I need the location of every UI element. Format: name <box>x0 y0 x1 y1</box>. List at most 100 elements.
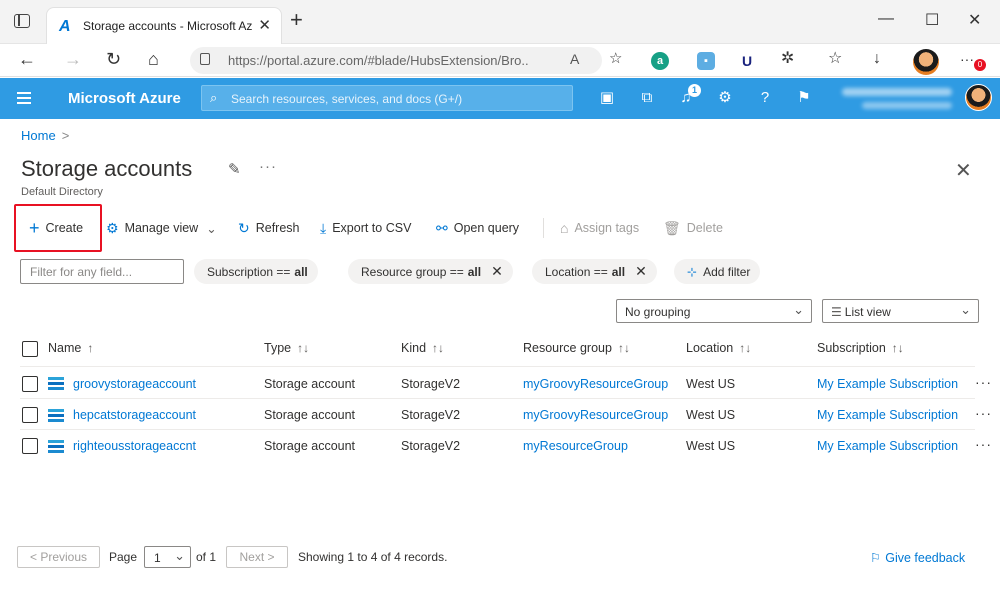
resource-group-link[interactable]: myGroovyResourceGroup <box>523 377 668 391</box>
next-page-button[interactable]: Next > <box>226 546 288 568</box>
row-more-icon[interactable]: ··· <box>975 374 992 390</box>
column-header-subscription[interactable]: Subscription ↑↓ <box>817 341 904 355</box>
close-window-icon[interactable]: ✕ <box>968 10 981 30</box>
column-header-resource-group[interactable]: Resource group ↑↓ <box>523 341 630 355</box>
breadcrumb-home[interactable]: Home <box>21 128 56 143</box>
open-query-button[interactable]: ⚯ Open query <box>436 219 519 237</box>
assign-tags-label: Assign tags <box>574 221 640 235</box>
remove-filter-icon[interactable]: ✕ <box>635 263 647 280</box>
resource-group-link[interactable]: myResourceGroup <box>523 439 628 453</box>
read-aloud-icon[interactable]: A <box>570 51 579 67</box>
extension-3-icon[interactable]: U <box>738 52 756 70</box>
account-avatar[interactable] <box>965 84 992 111</box>
browser-tab[interactable]: A Storage accounts - Microsoft Azure ✕ <box>46 7 282 44</box>
resource-group-link[interactable]: myGroovyResourceGroup <box>523 408 668 422</box>
pin-icon[interactable]: ✎ <box>228 160 241 178</box>
location-filter-pill[interactable]: Location == all ✕ <box>532 259 657 284</box>
row-checkbox[interactable] <box>22 438 38 454</box>
row-checkbox[interactable] <box>22 407 38 423</box>
grouping-value: No grouping <box>625 305 691 319</box>
browser-menu-icon[interactable]: ··· <box>960 48 974 70</box>
close-blade-icon[interactable]: ✕ <box>955 158 972 183</box>
cloud-shell-icon[interactable]: ▣ <box>597 88 617 108</box>
chevron-down-icon: ⌄ <box>793 302 804 317</box>
extensions-puzzle-icon[interactable]: ✲ <box>781 48 794 70</box>
column-header-type[interactable]: Type ↑↓ <box>264 341 309 355</box>
back-icon[interactable]: ← <box>18 48 36 70</box>
feedback-icon[interactable]: ⚑ <box>794 88 814 108</box>
row-more-icon[interactable]: ··· <box>975 436 992 452</box>
row-more-icon[interactable]: ··· <box>975 405 992 421</box>
row-checkbox[interactable] <box>22 376 38 392</box>
help-icon[interactable]: ? <box>755 88 775 108</box>
extension-1-icon[interactable]: a <box>651 52 669 70</box>
give-feedback-link[interactable]: ⚐ Give feedback <box>870 550 965 565</box>
browser-profile-avatar[interactable] <box>913 49 939 75</box>
new-tab-icon[interactable]: + <box>290 9 303 31</box>
forward-icon[interactable]: → <box>64 48 82 70</box>
assign-tags-button[interactable]: ⌂ Assign tags <box>560 219 639 237</box>
grouping-dropdown[interactable]: No grouping ⌄ <box>616 299 812 323</box>
maximize-icon[interactable]: ☐ <box>925 10 939 30</box>
chevron-down-icon: ⌄ <box>206 221 217 236</box>
location-cell: West US <box>686 439 736 453</box>
select-all-checkbox[interactable] <box>22 341 38 357</box>
portal-menu-icon[interactable] <box>17 92 31 104</box>
records-summary: Showing 1 to 4 of 4 records. <box>298 550 448 564</box>
reload-icon[interactable]: ↻ <box>106 48 121 70</box>
delete-button[interactable]: 🗑 Delete <box>663 219 723 237</box>
azure-brand[interactable]: Microsoft Azure <box>68 90 181 107</box>
subscription-filter-pill[interactable]: Subscription == all <box>194 259 318 284</box>
column-header-location[interactable]: Location ↑↓ <box>686 341 751 355</box>
chevron-down-icon: ⌄ <box>960 302 971 317</box>
manage-view-button[interactable]: ⚙ Manage view ⌄ <box>106 219 217 237</box>
sort-icon: ↑↓ <box>297 341 310 355</box>
filter-input[interactable]: Filter for any field... <box>20 259 184 284</box>
previous-page-button[interactable]: < Previous <box>17 546 100 568</box>
storage-account-name-link[interactable]: groovystorageaccount <box>73 377 196 391</box>
global-search-input[interactable]: ⌕ Search resources, services, and docs (… <box>201 85 573 111</box>
favorite-star-icon[interactable]: ☆ <box>609 48 622 70</box>
storage-account-name-link[interactable]: righteousstorageaccnt <box>73 439 196 453</box>
kind-cell: StorageV2 <box>401 408 461 422</box>
url-text: https://portal.azure.com/#blade/HubsExte… <box>228 53 528 68</box>
sort-icon: ↑↓ <box>739 341 752 355</box>
subscription-filter-value: all <box>294 264 308 279</box>
row-divider <box>20 398 975 399</box>
column-header-kind[interactable]: Kind ↑↓ <box>401 341 444 355</box>
minimize-icon[interactable]: — <box>878 10 894 28</box>
address-bar[interactable]: https://portal.azure.com/#blade/HubsExte… <box>190 47 602 74</box>
location-filter-value: all <box>611 264 626 279</box>
resource-group-filter-pill[interactable]: Resource group == all ✕ <box>348 259 513 284</box>
favorites-icon[interactable]: ☆ <box>828 48 842 70</box>
tab-close-icon[interactable]: ✕ <box>258 16 271 34</box>
query-icon: ⚯ <box>436 219 448 236</box>
gear-icon: ⚙ <box>106 219 119 236</box>
tag-icon: ⌂ <box>560 220 569 236</box>
refresh-button[interactable]: ↻ Refresh <box>238 219 300 237</box>
column-header-name[interactable]: Name ↑ <box>48 341 93 355</box>
downloads-icon[interactable]: ↓ <box>873 48 881 70</box>
subscription-link[interactable]: My Example Subscription <box>817 439 958 453</box>
view-value: ☰ List view <box>831 305 891 319</box>
view-dropdown[interactable]: ☰ List view ⌄ <box>822 299 979 323</box>
home-icon[interactable]: ⌂ <box>148 48 159 70</box>
subscription-link[interactable]: My Example Subscription <box>817 377 958 391</box>
add-filter-button[interactable]: ⊹ Add filter <box>674 259 761 284</box>
create-button[interactable]: + Create <box>29 218 83 238</box>
trash-icon: 🗑 <box>663 219 681 236</box>
settings-gear-icon[interactable]: ⚙ <box>715 88 735 108</box>
extension-2-icon[interactable]: ▪ <box>697 52 715 70</box>
export-csv-button[interactable]: ⤓ Export to CSV <box>320 219 411 237</box>
account-info[interactable] <box>842 84 958 112</box>
tab-actions-icon[interactable] <box>14 14 30 28</box>
directory-filter-icon[interactable]: ⧉ <box>637 88 657 108</box>
storage-account-name-link[interactable]: hepcatstorageaccount <box>73 408 196 422</box>
page-label: Page <box>109 550 138 564</box>
remove-filter-icon[interactable]: ✕ <box>491 263 503 280</box>
more-options-icon[interactable]: ··· <box>259 158 277 175</box>
page-title: Storage accounts <box>21 156 193 181</box>
page-select[interactable]: 1 ⌄ <box>144 546 191 568</box>
azure-favicon-icon: A <box>59 18 71 35</box>
subscription-link[interactable]: My Example Subscription <box>817 408 958 422</box>
